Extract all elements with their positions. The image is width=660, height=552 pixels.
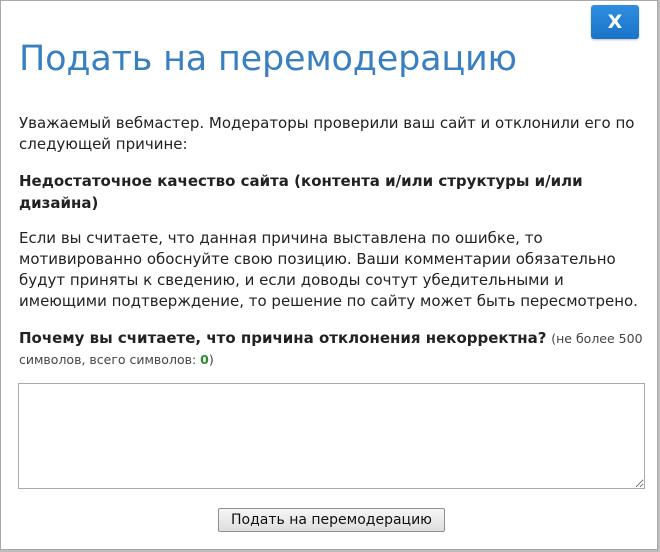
close-button[interactable]: X bbox=[591, 5, 639, 39]
intro-text: Уважаемый вебмастер. Модераторы проверил… bbox=[19, 114, 635, 153]
dialog-content: Уважаемый вебмастер. Модераторы проверил… bbox=[19, 113, 643, 370]
remoderation-dialog: X Подать на перемодерацию Уважаемый вебм… bbox=[0, 0, 658, 550]
comment-question: Почему вы считаете, что причина отклонен… bbox=[19, 328, 643, 370]
dialog-title: Подать на перемодерацию bbox=[19, 39, 517, 79]
question-text: Почему вы считаете, что причина отклонен… bbox=[19, 329, 547, 347]
char-count: 0 bbox=[200, 352, 209, 367]
comment-textarea[interactable] bbox=[18, 383, 645, 489]
rejection-reason: Недостаточное качество сайта (контента и… bbox=[19, 172, 583, 212]
explanation-text: Если вы считаете, что данная причина выс… bbox=[19, 229, 638, 310]
submit-remoderation-button[interactable]: Подать на перемодерацию bbox=[218, 508, 445, 532]
char-limit-suffix: ) bbox=[208, 352, 214, 367]
